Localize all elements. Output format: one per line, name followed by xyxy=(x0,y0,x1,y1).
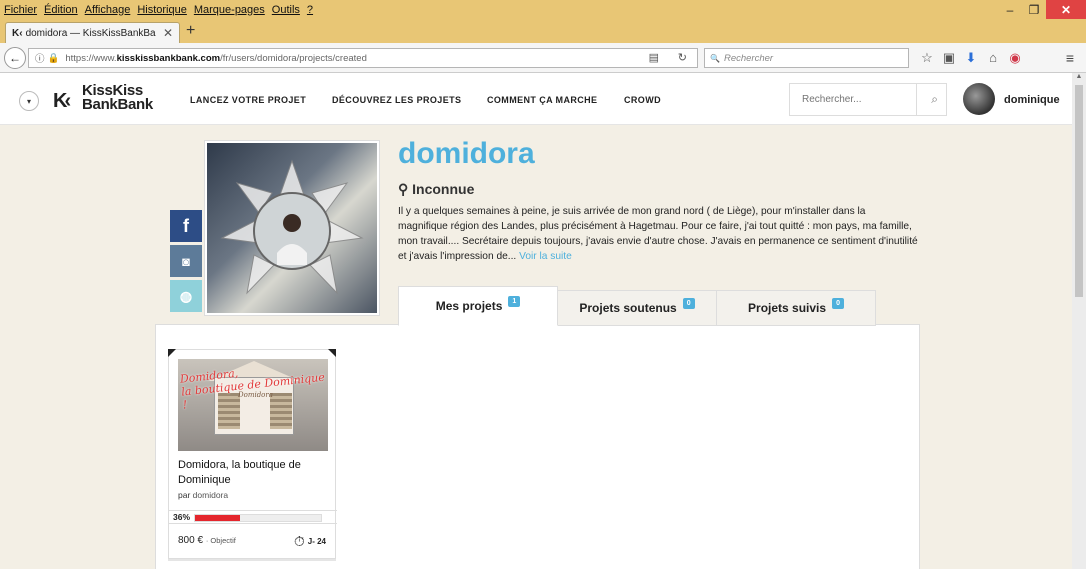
reload-icon[interactable]: ↻ xyxy=(678,51,687,64)
toolbar-icons: ☆ ▣ ⬇ ⌂ ◉ xyxy=(916,50,1026,66)
project-author-link[interactable]: domidora xyxy=(193,490,228,500)
restore-button[interactable]: ❐ xyxy=(1022,0,1046,19)
progress-fill xyxy=(195,515,241,521)
scrollbar[interactable]: ▲ xyxy=(1072,73,1086,569)
url-prefix: https://www. xyxy=(65,52,117,64)
project-author-line: par domidora xyxy=(178,490,228,500)
menu-help[interactable]: ? xyxy=(307,4,313,16)
scrollbar-thumb[interactable] xyxy=(1075,85,1083,297)
image-sign: Domidora xyxy=(238,391,273,399)
tab-projets-suivis[interactable]: Projets suivis 0 xyxy=(716,290,876,326)
site-search-input[interactable] xyxy=(790,84,917,115)
profile-location: ⚲ Inconnue xyxy=(398,181,474,198)
page-content: ▾ K‹ KissKiss BankBank LANCEZ VOTRE PROJ… xyxy=(0,73,1072,569)
browser-search-input[interactable]: 🔍 Rechercher xyxy=(704,48,909,68)
menu-marque-pages[interactable]: Marque-pages xyxy=(194,4,265,16)
hamburger-menu-icon[interactable]: ≡ xyxy=(1066,50,1074,66)
website-globe-icon[interactable]: ◍ xyxy=(170,280,202,312)
site-search: ⌕ xyxy=(789,83,947,116)
browser-search-placeholder: Rechercher xyxy=(723,52,774,64)
kisskiss-logo-icon[interactable]: K‹ xyxy=(53,90,71,113)
progress-bar xyxy=(194,514,322,522)
tab-mes-projets[interactable]: Mes projets 1 xyxy=(398,286,558,326)
minimize-button[interactable]: – xyxy=(998,0,1022,19)
nav-launch-project[interactable]: LANCEZ VOTRE PROJET xyxy=(190,95,306,105)
site-header: ▾ K‹ KissKiss BankBank LANCEZ VOTRE PROJ… xyxy=(0,73,1072,125)
nav-discover-projects[interactable]: DÉCOUVREZ LES PROJETS xyxy=(332,95,461,105)
nav-toolbar: ← ⓘ 🔒 https://www. kisskissbankbank.com/f… xyxy=(0,43,1086,73)
menu-edition[interactable]: Édition xyxy=(44,4,78,16)
project-title[interactable]: Domidora, la boutique de Dominique xyxy=(178,458,328,488)
chevron-down-icon[interactable]: ▾ xyxy=(19,91,39,111)
count-badge: 1 xyxy=(508,295,521,307)
card-corner xyxy=(328,349,336,357)
menu-affichage[interactable]: Affichage xyxy=(85,4,131,16)
project-image[interactable]: Domidora, la boutique de Dominique ! Dom… xyxy=(178,359,328,451)
search-icon[interactable]: ⌕ xyxy=(931,92,938,107)
tab-title: domidora — KissKissBankBa xyxy=(25,27,156,39)
days-remaining: ⏱ J- 24 xyxy=(294,533,326,550)
tab-projets-soutenus[interactable]: Projets soutenus 0 xyxy=(557,290,717,326)
download-icon[interactable]: ⬇ xyxy=(960,50,982,66)
bookmark-star-icon[interactable]: ☆ xyxy=(916,50,938,66)
progress-percent: 36% xyxy=(173,512,191,522)
project-goal: 800 € · Objectif xyxy=(178,535,236,546)
browser-tab[interactable]: K‹ domidora — KissKissBankBa ✕ xyxy=(5,22,180,43)
bio-read-more-link[interactable]: Voir la suite xyxy=(519,251,572,262)
new-tab-button[interactable]: + xyxy=(186,22,195,40)
card-corner xyxy=(168,349,176,357)
reader-view-icon[interactable]: ▤ xyxy=(649,51,659,64)
count-badge: 0 xyxy=(682,297,695,309)
bio-text: Il y a quelques semaines à peine, je sui… xyxy=(398,206,918,262)
back-button[interactable]: ← xyxy=(4,47,26,69)
stopwatch-icon: ⏱ xyxy=(293,533,305,549)
home-icon[interactable]: ⌂ xyxy=(982,50,1004,66)
url-path: /fr/users/domidora/projects/created xyxy=(220,52,367,64)
days-left-text: J- 24 xyxy=(307,537,326,546)
window-controls: – ❐ ✕ xyxy=(998,0,1086,19)
progress-row: 36% xyxy=(169,510,337,524)
profile-name: domidora xyxy=(398,137,535,170)
tab-label: Mes projets xyxy=(435,299,503,313)
facebook-icon[interactable]: f xyxy=(170,210,202,242)
image-caption: Domidora, la boutique de Dominique ! xyxy=(179,366,326,412)
location-pin-icon: ⚲ xyxy=(398,181,409,197)
menu-fichier[interactable]: Fichier xyxy=(4,4,37,16)
location-text: Inconnue xyxy=(412,181,475,197)
info-icon[interactable]: ⓘ xyxy=(35,51,45,65)
instagram-icon[interactable]: ◙ xyxy=(170,245,202,277)
tab-bar: K‹ domidora — KissKissBankBa ✕ xyxy=(0,19,1086,43)
lock-icon: 🔒 xyxy=(47,52,60,64)
pocket-icon[interactable]: ◉ xyxy=(1004,50,1026,66)
count-badge: 0 xyxy=(832,297,844,309)
menu-historique[interactable]: Historique xyxy=(137,4,187,16)
tab-label: Projets suivis xyxy=(748,301,827,315)
menu-outils[interactable]: Outils xyxy=(272,4,300,16)
project-card[interactable]: Domidora, la boutique de Dominique ! Dom… xyxy=(168,349,337,559)
logo-line-2: BankBank xyxy=(82,96,153,113)
goal-label: · Objectif xyxy=(205,536,236,545)
bookmarks-library-icon[interactable]: ▣ xyxy=(938,50,960,66)
by-label: par xyxy=(178,490,191,500)
tab-label: Projets soutenus xyxy=(579,301,677,315)
profile-photo xyxy=(204,140,380,316)
nav-how-it-works[interactable]: COMMENT ÇA MARCHE xyxy=(487,95,597,105)
user-name[interactable]: dominique xyxy=(1004,94,1060,106)
favicon-icon: K‹ xyxy=(12,27,23,39)
profile-bio: Il y a quelques semaines à peine, je sui… xyxy=(398,204,918,264)
nav-crowd[interactable]: CROWD xyxy=(624,95,661,105)
url-domain: kisskissbankbank.com xyxy=(116,52,221,64)
url-bar[interactable]: ⓘ 🔒 https://www. kisskissbankbank.com/fr/… xyxy=(28,48,698,68)
avatar[interactable] xyxy=(963,83,995,115)
goal-amount: 800 € xyxy=(178,535,204,546)
close-tab-icon[interactable]: ✕ xyxy=(163,26,173,40)
browser-search-icon: 🔍 xyxy=(710,53,720,63)
site-logo[interactable]: KissKiss BankBank xyxy=(82,83,164,113)
close-window-button[interactable]: ✕ xyxy=(1046,0,1086,19)
menu-bar: Fichier Édition Affichage Historique Mar… xyxy=(0,0,1086,19)
scroll-up-icon[interactable]: ▲ xyxy=(1072,73,1086,83)
